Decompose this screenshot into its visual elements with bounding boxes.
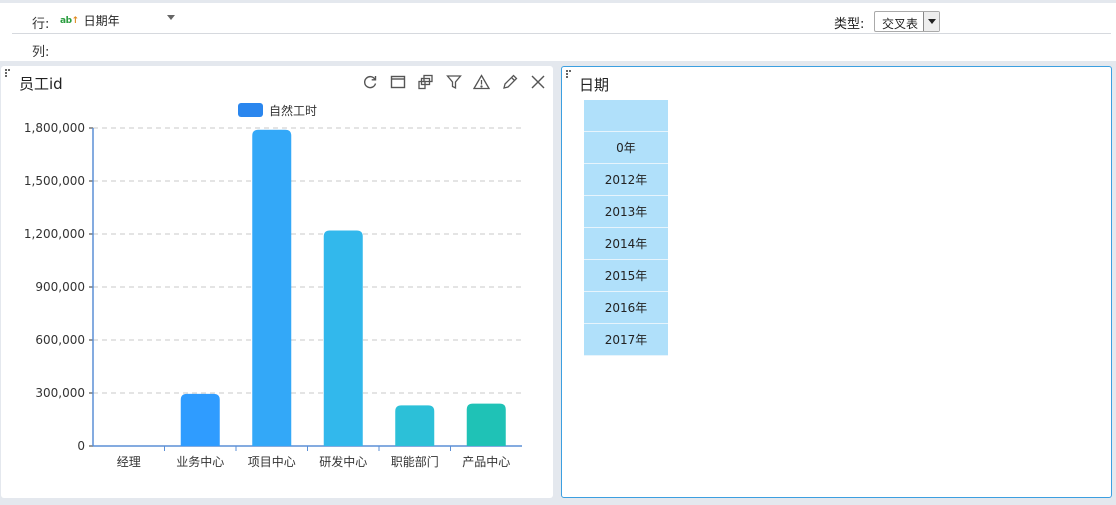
x-tick-label: 研发中心: [319, 454, 367, 469]
x-tick-label: 产品中心: [462, 454, 510, 469]
type-select-value: 交叉表: [882, 17, 919, 31]
y-tick-label: 300,000: [35, 386, 85, 400]
y-tick-label: 1,200,000: [24, 227, 85, 241]
legend-label: 自然工时: [269, 103, 317, 118]
row-field-label: 日期年: [83, 14, 120, 28]
bar: [180, 393, 220, 446]
type-select[interactable]: 交叉表: [874, 11, 940, 32]
x-tick-label: 经理: [117, 455, 141, 469]
row-shelf-label: 行:: [32, 17, 50, 32]
drag-handle-icon[interactable]: [566, 70, 574, 78]
crosstab-row-cell[interactable]: 2016年: [584, 292, 668, 324]
crosstab-header-cell[interactable]: [584, 100, 668, 132]
bar: [252, 129, 292, 446]
crosstab-row-cell[interactable]: 2015年: [584, 260, 668, 292]
bar: [323, 230, 363, 446]
chevron-down-icon[interactable]: [923, 12, 939, 31]
crosstab-panel: 日期 0年 2012年 2013年 2014年 2015年 2016年 2017…: [561, 66, 1112, 498]
crosstab-row-cell[interactable]: 2014年: [584, 228, 668, 260]
crosstab-row-cell[interactable]: 0年: [584, 132, 668, 164]
toolbar: 行: ab↑ 日期年 类型: 交叉表 列:: [0, 3, 1116, 61]
row-shelf[interactable]: 行: ab↑ 日期年 类型: 交叉表: [12, 6, 1111, 34]
column-shelf[interactable]: 列:: [12, 34, 1111, 62]
column-shelf-label: 列:: [32, 45, 50, 60]
crosstab-table: 0年 2012年 2013年 2014年 2015年 2016年 2017年: [584, 100, 668, 356]
bar: [466, 403, 506, 446]
crosstab-title: 日期: [579, 76, 610, 94]
legend-swatch: [238, 103, 263, 117]
bar-chart: 自然工时 0 300,000 600,000 900,000 1,200,000 1,500…: [24, 103, 522, 469]
abc-text-field-icon: ab↑: [60, 15, 79, 26]
bar-chart-panel: 员工id 自然工时 0 300,000 600,000 900,000 1,200,000…: [1, 66, 553, 498]
y-tick-label: 600,000: [35, 333, 85, 347]
crosstab-row-cell[interactable]: 2012年: [584, 164, 668, 196]
bar: [395, 405, 435, 446]
y-tick-label: 1,800,000: [24, 121, 85, 135]
y-tick-label: 900,000: [35, 280, 85, 294]
row-field-dropdown-icon[interactable]: [167, 15, 175, 20]
x-tick-label: 业务中心: [176, 454, 224, 469]
row-field-chip[interactable]: ab↑ 日期年: [60, 12, 120, 29]
x-tick-label: 职能部门: [391, 454, 439, 469]
crosstab-row-cell[interactable]: 2017年: [584, 324, 668, 356]
type-label: 类型:: [834, 17, 865, 32]
crosstab-row-cell[interactable]: 2013年: [584, 196, 668, 228]
x-tick-label: 项目中心: [248, 454, 296, 469]
y-tick-label: 0: [77, 439, 85, 453]
y-tick-label: 1,500,000: [24, 174, 85, 188]
